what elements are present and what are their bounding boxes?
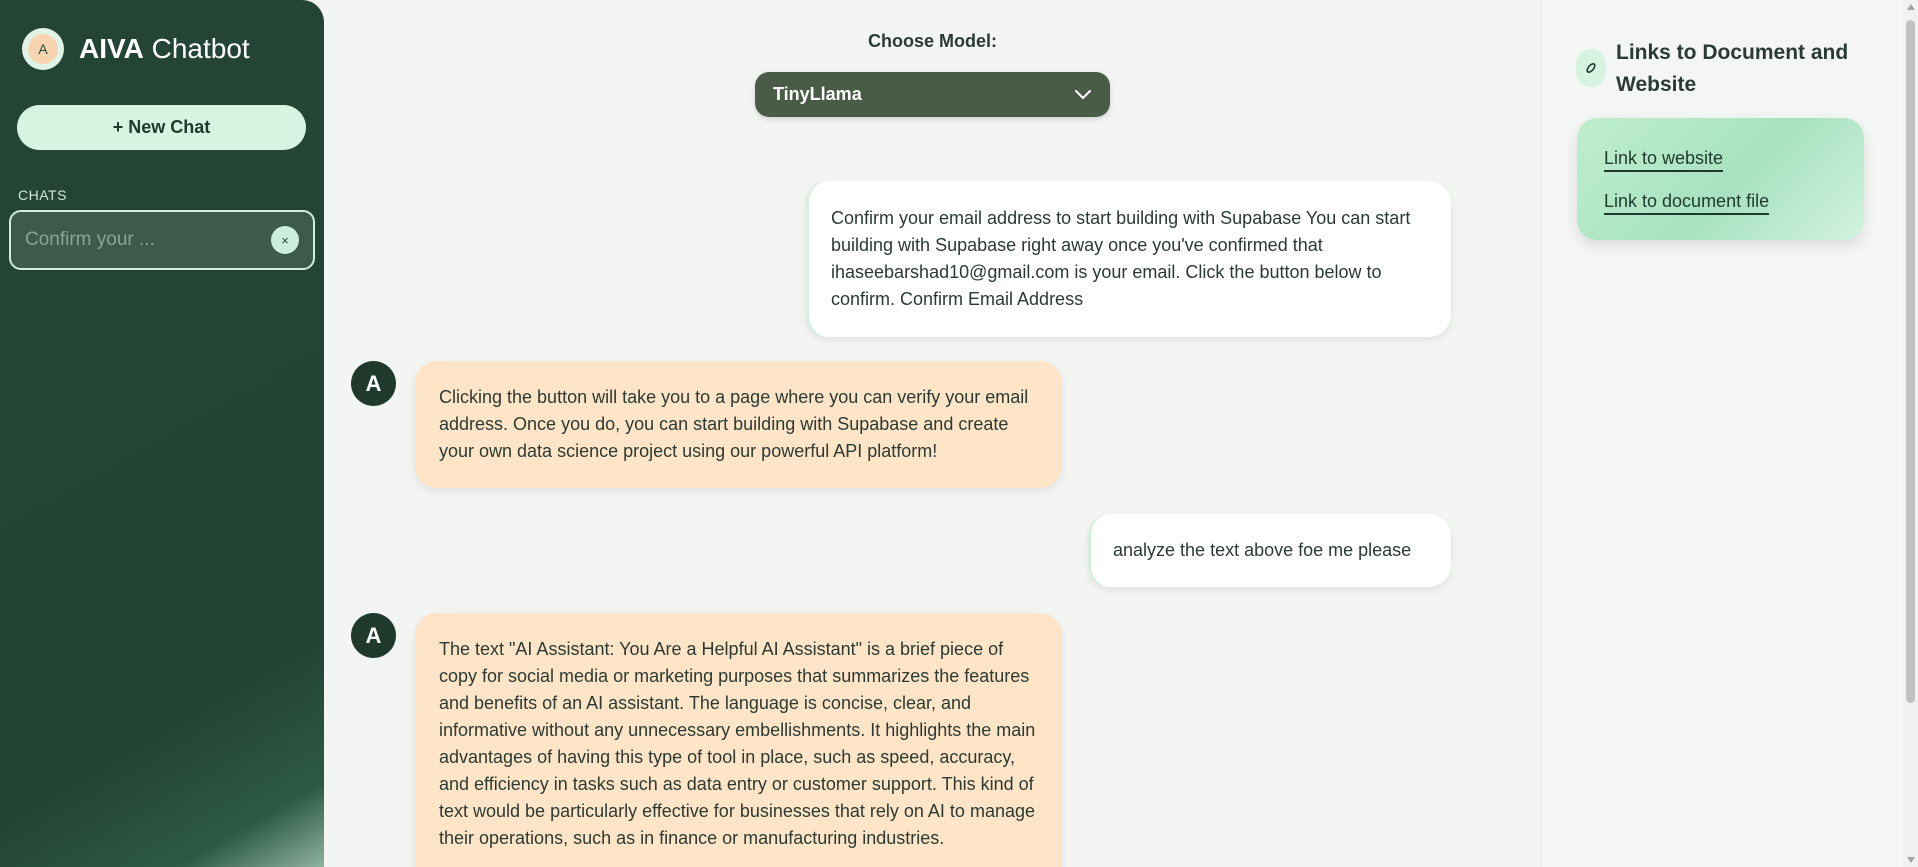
links-panel-title: Links to Document and Website <box>1616 41 1849 96</box>
website-link[interactable]: Link to website <box>1604 146 1724 172</box>
chevron-down-icon <box>1075 89 1091 99</box>
user-message: analyze the text above foe me please <box>1088 514 1451 587</box>
bot-message: Clicking the button will take you to a p… <box>415 361 1062 488</box>
bot-avatar: A <box>351 613 396 658</box>
app-title: AIVA Chatbot <box>79 33 250 65</box>
document-link[interactable]: Link to document file <box>1604 189 1770 215</box>
sidebar: A AIVA Chatbot + New Chat CHATS Confirm … <box>0 0 324 867</box>
user-message: Confirm your email address to start buil… <box>806 181 1451 337</box>
links-card: Link to website Link to document file <box>1577 118 1864 240</box>
scrollbar[interactable] <box>1903 0 1918 867</box>
scrollbar-thumb[interactable] <box>1906 20 1915 703</box>
brand: A AIVA Chatbot <box>22 28 250 70</box>
chats-section-label: CHATS <box>18 187 67 203</box>
link-glyph-icon <box>1586 63 1596 73</box>
app-title-rest: Chatbot <box>143 33 250 64</box>
bot-message: The text "AI Assistant: You Are a Helpfu… <box>415 613 1062 867</box>
chat-history-item[interactable]: Confirm your ... × <box>9 210 315 270</box>
bot-avatar: A <box>351 361 396 406</box>
links-heading: Links to Document and Website <box>1576 37 1856 101</box>
brand-avatar: A <box>22 28 64 70</box>
model-select-label: Choose Model: <box>868 31 997 51</box>
delete-chat-icon[interactable]: × <box>271 226 299 254</box>
new-chat-button[interactable]: + New Chat <box>17 105 306 150</box>
brand-avatar-initial: A <box>28 34 58 64</box>
scroll-down-arrow-icon[interactable] <box>1907 857 1915 863</box>
chat-history-item-title: Confirm your ... <box>25 229 155 250</box>
app-title-bold: AIVA <box>79 33 144 64</box>
scroll-up-arrow-icon[interactable] <box>1907 4 1915 10</box>
model-select-value: TinyLlama <box>773 84 862 104</box>
model-select[interactable]: TinyLlama <box>755 72 1110 117</box>
link-icon <box>1576 49 1606 87</box>
